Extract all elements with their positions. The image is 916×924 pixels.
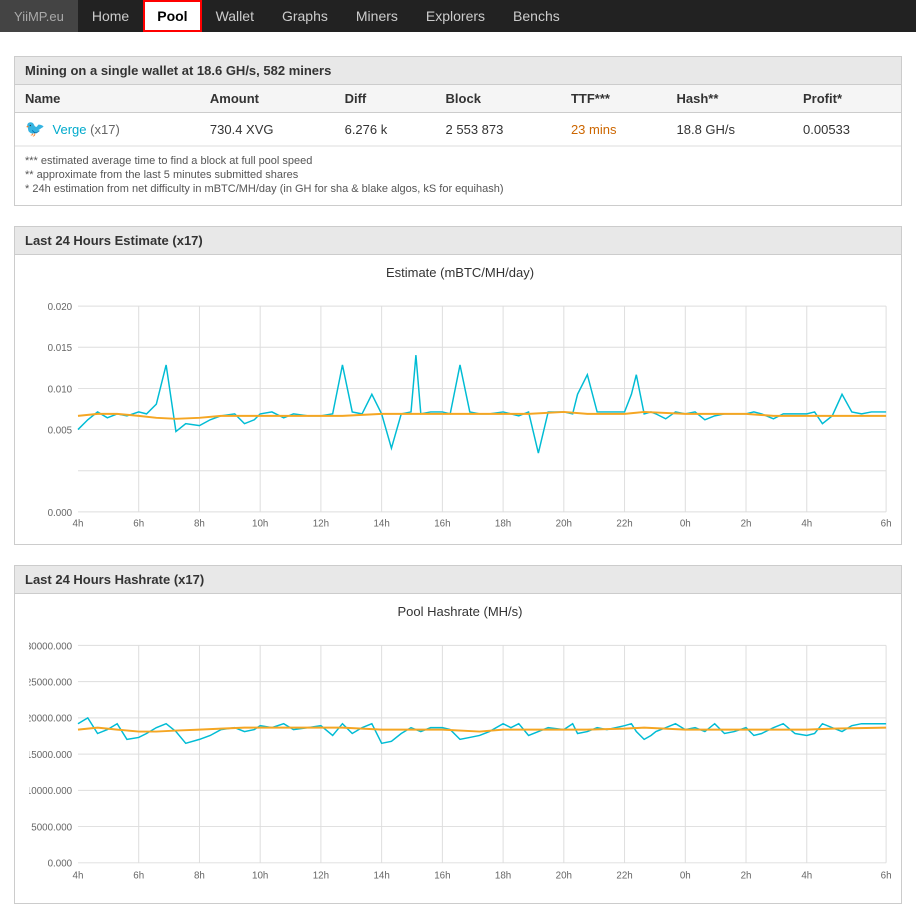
col-hash: Hash**: [667, 85, 794, 113]
svg-text:8h: 8h: [194, 519, 205, 530]
footnotes: *** estimated average time to find a blo…: [15, 146, 901, 205]
nav-graphs[interactable]: Graphs: [268, 0, 342, 32]
svg-text:0h: 0h: [680, 870, 691, 881]
nav-pool[interactable]: Pool: [143, 0, 201, 32]
footnote-1: *** estimated average time to find a blo…: [25, 155, 891, 167]
svg-text:2h: 2h: [741, 870, 752, 881]
hashrate-section-title: Last 24 Hours Hashrate (x17): [25, 572, 204, 587]
mining-table: Name Amount Diff Block TTF*** Hash** Pro…: [15, 85, 901, 146]
svg-text:30000.000: 30000.000: [29, 641, 73, 652]
svg-text:10h: 10h: [252, 519, 268, 530]
col-diff: Diff: [335, 85, 436, 113]
cell-diff: 6.276 k: [335, 113, 436, 146]
svg-text:0.015: 0.015: [48, 343, 73, 354]
svg-text:0.010: 0.010: [48, 384, 73, 395]
nav-explorers[interactable]: Explorers: [412, 0, 499, 32]
svg-text:25000.000: 25000.000: [29, 678, 73, 689]
cell-ttf: 23 mins: [561, 113, 667, 146]
footnote-2: ** approximate from the last 5 minutes s…: [25, 169, 891, 181]
svg-text:14h: 14h: [373, 519, 389, 530]
svg-text:6h: 6h: [133, 870, 144, 881]
svg-text:12h: 12h: [313, 519, 329, 530]
svg-text:20h: 20h: [556, 519, 572, 530]
verge-icon: 🐦: [25, 121, 45, 138]
svg-text:22h: 22h: [616, 519, 632, 530]
svg-text:16h: 16h: [434, 870, 450, 881]
hashrate-chart-container: Pool Hashrate (MH/s) 30000.000 25000.000…: [15, 594, 901, 903]
svg-text:16h: 16h: [434, 519, 450, 530]
footnote-3: * 24h estimation from net difficulty in …: [25, 183, 891, 195]
svg-text:10h: 10h: [252, 870, 268, 881]
svg-text:18h: 18h: [495, 519, 511, 530]
svg-text:6h: 6h: [133, 519, 144, 530]
estimate-chart-svg: 0.020 0.015 0.010 0.005 0.000 4h 6h 8h 1…: [29, 284, 891, 534]
col-name: Name: [15, 85, 200, 113]
svg-text:0h: 0h: [680, 519, 691, 530]
svg-text:18h: 18h: [495, 870, 511, 881]
col-profit: Profit*: [793, 85, 901, 113]
svg-text:12h: 12h: [313, 870, 329, 881]
main-content: Mining on a single wallet at 18.6 GH/s, …: [0, 32, 916, 924]
svg-text:4h: 4h: [801, 870, 812, 881]
mining-section-header: Mining on a single wallet at 18.6 GH/s, …: [15, 57, 901, 85]
svg-text:2h: 2h: [741, 519, 752, 530]
svg-text:6h: 6h: [881, 519, 891, 530]
svg-text:10000.000: 10000.000: [29, 786, 73, 797]
hashrate-section-header: Last 24 Hours Hashrate (x17): [15, 566, 901, 594]
svg-text:0.000: 0.000: [48, 859, 73, 870]
svg-text:0.020: 0.020: [48, 302, 73, 313]
svg-text:14h: 14h: [373, 870, 389, 881]
verge-name: Verge: [53, 122, 87, 137]
table-row: 🐦 Verge (x17) 730.4 XVG 6.276 k 2 553 87…: [15, 113, 901, 146]
col-ttf: TTF***: [561, 85, 667, 113]
estimate-chart-section: Last 24 Hours Estimate (x17) Estimate (m…: [14, 226, 902, 545]
cell-amount: 730.4 XVG: [200, 113, 335, 146]
svg-text:6h: 6h: [881, 870, 891, 881]
estimate-section-title: Last 24 Hours Estimate (x17): [25, 233, 203, 248]
estimate-chart-title: Estimate (mBTC/MH/day): [29, 265, 891, 280]
svg-text:5000.000: 5000.000: [31, 822, 72, 833]
estimate-chart-container: Estimate (mBTC/MH/day) 0.020 0.015 0.010…: [15, 255, 901, 544]
svg-text:15000.000: 15000.000: [29, 750, 73, 761]
col-amount: Amount: [200, 85, 335, 113]
nav-wallet[interactable]: Wallet: [202, 0, 268, 32]
cell-hash: 18.8 GH/s: [667, 113, 794, 146]
cell-name: 🐦 Verge (x17): [15, 113, 200, 146]
hashrate-chart-section: Last 24 Hours Hashrate (x17) Pool Hashra…: [14, 565, 902, 904]
svg-text:22h: 22h: [616, 870, 632, 881]
nav-home[interactable]: Home: [78, 0, 143, 32]
estimate-section-header: Last 24 Hours Estimate (x17): [15, 227, 901, 255]
hashrate-chart-title: Pool Hashrate (MH/s): [29, 604, 891, 619]
svg-text:8h: 8h: [194, 870, 205, 881]
svg-text:4h: 4h: [73, 870, 84, 881]
svg-text:0.000: 0.000: [48, 508, 73, 519]
verge-link[interactable]: Verge (x17): [53, 122, 120, 137]
cell-block: 2 553 873: [436, 113, 561, 146]
svg-text:20h: 20h: [556, 870, 572, 881]
navigation: YiiMP.eu Home Pool Wallet Graphs Miners …: [0, 0, 916, 32]
col-block: Block: [436, 85, 561, 113]
svg-text:0.005: 0.005: [48, 425, 73, 436]
mining-table-section: Mining on a single wallet at 18.6 GH/s, …: [14, 56, 902, 206]
svg-text:4h: 4h: [801, 519, 812, 530]
mining-title: Mining on a single wallet at 18.6 GH/s, …: [25, 63, 331, 78]
nav-benchs[interactable]: Benchs: [499, 0, 574, 32]
hashrate-chart-svg: 30000.000 25000.000 20000.000 15000.000 …: [29, 623, 891, 893]
cell-profit: 0.00533: [793, 113, 901, 146]
svg-text:4h: 4h: [73, 519, 84, 530]
verge-multiplier: (x17): [90, 122, 120, 137]
table-header-row: Name Amount Diff Block TTF*** Hash** Pro…: [15, 85, 901, 113]
svg-text:20000.000: 20000.000: [29, 714, 73, 725]
nav-brand[interactable]: YiiMP.eu: [0, 0, 78, 32]
nav-miners[interactable]: Miners: [342, 0, 412, 32]
